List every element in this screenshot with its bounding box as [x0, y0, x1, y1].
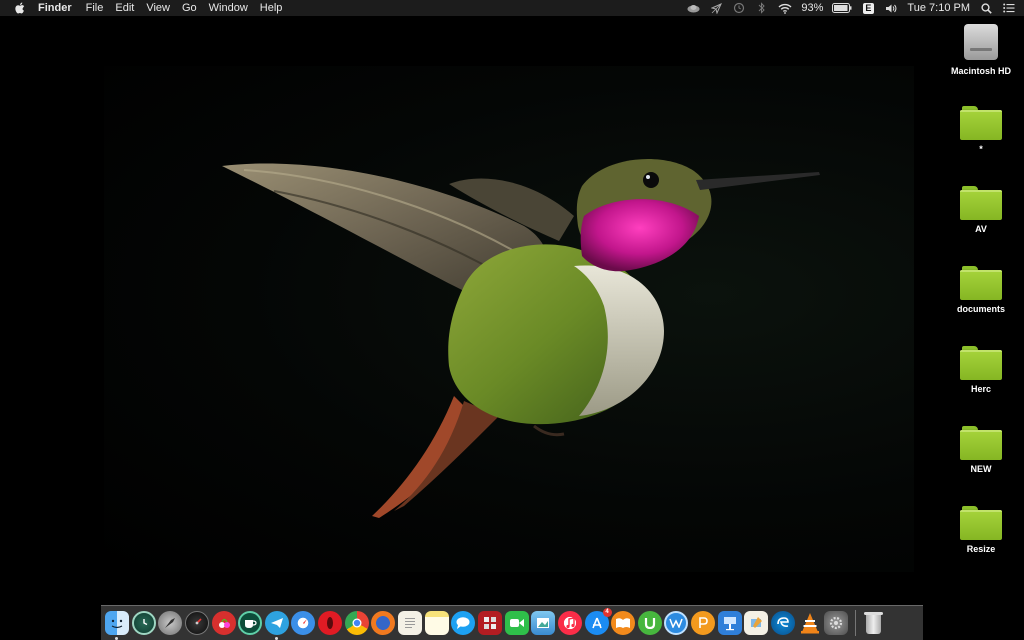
input-source-icon[interactable]: E [861, 2, 875, 14]
menu-edit[interactable]: Edit [109, 0, 140, 16]
desktop-icon-label: documents [956, 304, 1005, 314]
desktop-folder-documents[interactable]: documents [941, 266, 1021, 314]
trash-icon[interactable] [862, 610, 884, 636]
desktop-icon-label: Herc [970, 384, 991, 394]
chrome-icon[interactable] [344, 611, 369, 635]
sketch-app-icon[interactable] [744, 611, 769, 635]
menu-go[interactable]: Go [176, 0, 203, 16]
keynote-icon[interactable] [717, 611, 742, 635]
launchpad-icon[interactable] [158, 611, 183, 635]
desktop-icon-label: NEW [970, 464, 992, 474]
desktop-icon-label: * [979, 144, 983, 154]
menu-file[interactable]: File [80, 0, 110, 16]
app-store-badge: 4 [602, 608, 612, 617]
pages-app-icon[interactable] [691, 611, 716, 635]
folder-icon [960, 426, 1002, 460]
textedit-icon[interactable] [398, 611, 423, 635]
menu-window[interactable]: Window [203, 0, 254, 16]
facetime-icon[interactable] [504, 611, 529, 635]
ibooks-icon[interactable] [611, 611, 636, 635]
photo-booth-icon[interactable] [477, 611, 502, 635]
itunes-icon[interactable] [557, 611, 582, 635]
menu-help[interactable]: Help [254, 0, 289, 16]
cloud-sync-icon[interactable] [686, 2, 700, 14]
folder-icon [960, 506, 1002, 540]
notes-icon[interactable] [424, 611, 449, 635]
notification-center-icon[interactable] [1002, 2, 1016, 14]
coffee-app-icon[interactable] [238, 611, 263, 635]
desktop-folder-new[interactable]: NEW [941, 426, 1021, 474]
app-store-icon[interactable]: 4 [584, 608, 612, 635]
messages-icon[interactable] [451, 611, 476, 635]
system-preferences-icon[interactable] [824, 611, 849, 635]
cherry-app-icon[interactable] [211, 611, 236, 635]
dashboard-icon[interactable] [184, 611, 209, 635]
folder-icon [960, 106, 1002, 140]
desktop-folder-resize[interactable]: Resize [941, 506, 1021, 554]
menu-view[interactable]: View [140, 0, 176, 16]
desktop-folder-herc[interactable]: Herc [941, 346, 1021, 394]
desktop-icon-label: AV [975, 224, 987, 234]
dock-separator [854, 610, 856, 636]
desktop-folder-av[interactable]: AV [941, 186, 1021, 234]
opera-icon[interactable] [318, 611, 343, 635]
time-machine-icon[interactable] [131, 611, 156, 635]
edge-icon[interactable] [771, 611, 796, 635]
bluetooth-icon[interactable] [755, 2, 769, 14]
utorrent-icon[interactable] [637, 611, 662, 635]
vlc-icon[interactable] [798, 611, 822, 635]
folder-icon [960, 186, 1002, 220]
app-menu-finder[interactable]: Finder [38, 0, 78, 16]
finder-icon[interactable] [105, 611, 129, 640]
telegram-icon[interactable] [264, 611, 289, 640]
firefox-icon[interactable] [371, 611, 396, 635]
wifi-icon[interactable] [778, 2, 792, 14]
menu-bar: Finder File Edit View Go Window Help 93%… [0, 0, 1024, 16]
word-app-icon[interactable] [664, 611, 689, 635]
desktop-folder-star[interactable]: * [941, 106, 1021, 154]
battery-icon[interactable] [832, 2, 852, 14]
battery-percent[interactable]: 93% [801, 0, 823, 16]
folder-icon [960, 266, 1002, 300]
apple-icon[interactable] [12, 0, 28, 16]
location-icon[interactable] [709, 2, 723, 14]
wallpaper-hummingbird [104, 66, 914, 572]
volume-icon[interactable] [884, 2, 898, 14]
clock[interactable]: Tue 7:10 PM [907, 0, 970, 16]
folder-icon [960, 346, 1002, 380]
safari-icon[interactable] [291, 611, 316, 635]
spotlight-search-icon[interactable] [979, 2, 993, 14]
desktop-icon-label: Resize [966, 544, 996, 554]
input-source-label: E [862, 2, 874, 14]
desktop-icon-macintosh-hd[interactable]: Macintosh HD [941, 20, 1021, 76]
time-machine-status-icon[interactable] [732, 2, 746, 14]
hard-drive-icon [962, 20, 1000, 62]
preview-icon[interactable] [531, 611, 556, 635]
desktop-icon-label: Macintosh HD [950, 66, 1011, 76]
dock: 4 [101, 605, 923, 640]
